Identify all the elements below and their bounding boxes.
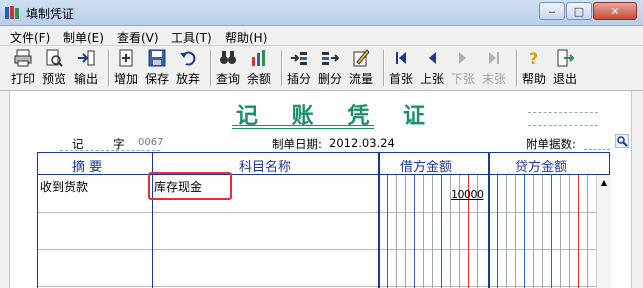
menu-file[interactable]: 文件(F) xyxy=(10,29,50,46)
save-button[interactable]: 保存 xyxy=(145,48,169,89)
print-button[interactable]: 打印 xyxy=(11,48,35,89)
header-account: 科目名称 xyxy=(239,160,292,175)
minimize-button[interactable]: ‒ xyxy=(539,2,565,20)
next-voucher-button[interactable]: 下张 xyxy=(451,48,475,89)
voucher-number[interactable]: 0067 xyxy=(138,137,163,148)
highlight-box xyxy=(148,172,232,200)
row1-debit-amount[interactable]: 10000 xyxy=(451,188,484,201)
scroll-up-arrow-icon[interactable]: ▲ xyxy=(597,175,611,189)
magnifier-icon[interactable] xyxy=(615,134,629,148)
menu-voucher[interactable]: 制单(E) xyxy=(63,29,104,46)
printer-icon xyxy=(14,49,32,67)
insert-entry-icon xyxy=(291,52,307,65)
cashflow-icon xyxy=(353,49,370,67)
undo-icon xyxy=(180,51,196,66)
exit-button[interactable]: 退出 xyxy=(553,48,577,89)
header-credit: 贷方金额 xyxy=(515,160,568,175)
export-button[interactable]: 输出 xyxy=(74,48,98,89)
vertical-scrollbar[interactable]: ▲ xyxy=(596,175,611,288)
add-icon xyxy=(119,49,133,67)
query-button[interactable]: 查询 xyxy=(216,48,240,89)
previous-icon xyxy=(429,52,436,64)
menu-view[interactable]: 查看(V) xyxy=(117,29,159,46)
header-summary: 摘 要 xyxy=(72,160,103,175)
binoculars-icon xyxy=(220,51,236,64)
next-icon xyxy=(459,52,466,64)
maximize-button[interactable]: □ xyxy=(566,2,592,20)
voucher-zi-label: 字 xyxy=(113,137,125,151)
delete-entry-button[interactable]: 删分 xyxy=(318,48,342,89)
discard-button[interactable]: 放弃 xyxy=(176,48,200,89)
title-bar: 填制凭证 ‒ □ ✕ xyxy=(0,0,643,26)
first-voucher-button[interactable]: 首张 xyxy=(389,48,413,89)
balance-chart-icon xyxy=(252,50,265,66)
voucher-type-label: 记 xyxy=(72,137,84,151)
export-icon xyxy=(78,50,95,66)
previous-voucher-button[interactable]: 上张 xyxy=(420,48,444,89)
delete-entry-icon xyxy=(322,52,340,65)
menu-tools[interactable]: 工具(T) xyxy=(171,29,212,46)
svg-text:?: ? xyxy=(529,49,538,68)
row1-summary[interactable]: 收到货款 xyxy=(40,178,88,195)
help-button[interactable]: ? 帮助 xyxy=(522,48,546,89)
date-label: 制单日期: xyxy=(272,137,322,151)
insert-entry-button[interactable]: 插分 xyxy=(287,48,311,89)
menu-help[interactable]: 帮助(H) xyxy=(225,29,267,46)
save-icon xyxy=(148,49,166,67)
help-icon: ? xyxy=(529,49,538,68)
add-button[interactable]: 增加 xyxy=(114,48,138,89)
last-icon xyxy=(489,52,499,64)
toolbar: 打印 预览 输出 增加 保存 放弃 查询 余额 插分 删分 流量 首张 上张 下… xyxy=(0,46,643,91)
app-books-icon xyxy=(5,6,19,19)
first-icon xyxy=(396,52,406,64)
cashflow-button[interactable]: 流量 xyxy=(349,48,373,89)
menu-bar: 文件(F) 制单(E) 查看(V) 工具(T) 帮助(H) xyxy=(0,26,643,46)
exit-icon xyxy=(557,49,575,67)
last-voucher-button[interactable]: 末张 xyxy=(482,48,506,89)
attachments-label: 附单据数: xyxy=(526,137,576,151)
window-title: 填制凭证 xyxy=(26,7,75,21)
voucher-date[interactable]: 2012.03.24 xyxy=(329,136,395,150)
preview-icon xyxy=(46,49,63,67)
header-debit: 借方金额 xyxy=(400,160,453,175)
close-button[interactable]: ✕ xyxy=(593,2,637,20)
preview-button[interactable]: 预览 xyxy=(42,48,66,89)
balance-button[interactable]: 余额 xyxy=(247,48,271,89)
